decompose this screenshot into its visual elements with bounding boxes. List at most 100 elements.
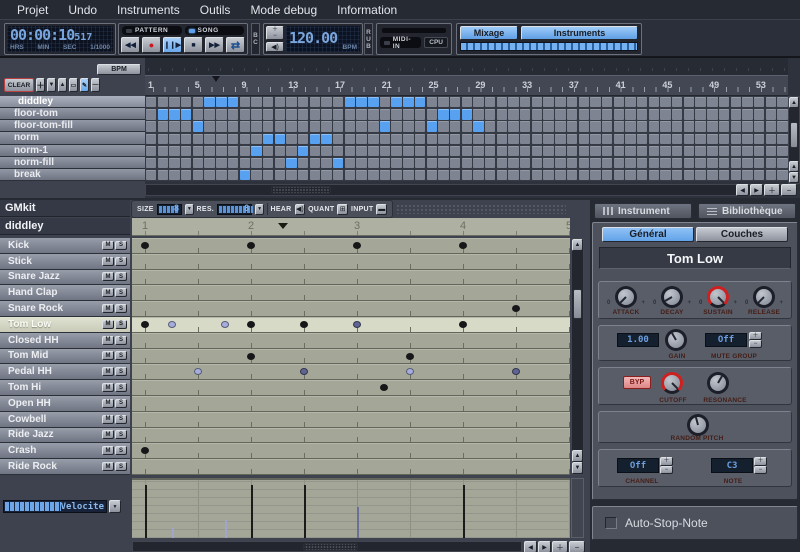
song-grid-cell[interactable]	[333, 134, 343, 144]
song-grid-cell[interactable]	[380, 134, 390, 144]
song-grid-cell[interactable]	[193, 146, 203, 156]
song-grid-cell[interactable]	[766, 97, 776, 107]
note-grid-row[interactable]	[132, 285, 570, 301]
song-grid-cell[interactable]	[614, 121, 624, 131]
song-grid-cell[interactable]	[450, 170, 460, 180]
song-grid-cell[interactable]	[427, 146, 437, 156]
song-grid-cell[interactable]	[637, 158, 647, 168]
song-grid-cell[interactable]	[216, 109, 226, 119]
song-grid-cell[interactable]	[403, 134, 413, 144]
song-grid-cell[interactable]	[391, 121, 401, 131]
channel-down-icon[interactable]: −	[660, 466, 673, 475]
song-pattern-grid[interactable]	[145, 96, 788, 181]
instrument-row-snare-rock[interactable]: Snare RockMS	[0, 301, 130, 317]
song-grid-cell[interactable]	[766, 134, 776, 144]
song-grid-cell[interactable]	[158, 146, 168, 156]
song-grid-cell[interactable]	[462, 134, 472, 144]
song-grid-cell[interactable]	[169, 121, 179, 131]
song-grid-cell[interactable]	[368, 97, 378, 107]
song-grid-cell[interactable]	[193, 134, 203, 144]
bpm-down-icon[interactable]: −	[273, 33, 277, 39]
song-grid-cell[interactable]	[204, 97, 214, 107]
song-grid-cell[interactable]	[158, 97, 168, 107]
song-grid-cell[interactable]	[427, 109, 437, 119]
song-grid-cell[interactable]	[777, 134, 787, 144]
pattern-list-item-norm-fill[interactable]: norm-fill	[0, 157, 145, 169]
note-dot[interactable]	[247, 242, 255, 249]
song-grid-cell[interactable]	[450, 146, 460, 156]
song-grid-cell[interactable]	[216, 158, 226, 168]
song-grid-cell[interactable]	[298, 170, 308, 180]
song-grid-cell[interactable]	[228, 121, 238, 131]
velocity-bar[interactable]	[251, 485, 253, 538]
song-grid-cell[interactable]	[532, 109, 542, 119]
song-grid-cell[interactable]	[520, 134, 530, 144]
tab-instrument[interactable]: Instrument	[594, 203, 692, 219]
song-grid-cell[interactable]	[146, 158, 156, 168]
solo-button[interactable]: S	[115, 241, 127, 250]
song-grid-cell[interactable]	[485, 146, 495, 156]
velocity-bar[interactable]	[463, 485, 465, 538]
song-grid-cell[interactable]	[333, 170, 343, 180]
song-grid-cell[interactable]	[158, 170, 168, 180]
song-grid-cell[interactable]	[181, 109, 191, 119]
song-grid-cell[interactable]	[310, 158, 320, 168]
song-grid-cell[interactable]	[719, 146, 729, 156]
clear-pattern-sequence-button[interactable]: CLEAR	[4, 78, 34, 92]
song-grid-cell[interactable]	[590, 158, 600, 168]
song-grid-cell[interactable]	[146, 109, 156, 119]
song-grid-cell[interactable]	[602, 158, 612, 168]
song-grid-cell[interactable]	[766, 170, 776, 180]
song-grid-cell[interactable]	[520, 170, 530, 180]
solo-button[interactable]: S	[115, 304, 127, 313]
song-grid-cell[interactable]	[695, 97, 705, 107]
song-grid-cell[interactable]	[485, 158, 495, 168]
song-grid-cell[interactable]	[438, 121, 448, 131]
song-grid-cell[interactable]	[403, 109, 413, 119]
song-grid-cell[interactable]	[286, 109, 296, 119]
song-mode-button[interactable]: SONG	[185, 26, 245, 35]
note-dot[interactable]	[141, 321, 149, 328]
solo-button[interactable]: S	[115, 257, 127, 266]
song-grid-cell[interactable]	[251, 146, 261, 156]
note-dot[interactable]	[512, 368, 520, 375]
song-grid-cell[interactable]	[462, 97, 472, 107]
loop-icon[interactable]: ⇄	[226, 37, 245, 53]
draw-mode-icon[interactable]: ✎	[80, 78, 89, 92]
instrument-row-ride-rock[interactable]: Ride RockMS	[0, 459, 130, 475]
song-grid-cell[interactable]	[497, 109, 507, 119]
song-grid-cell[interactable]	[485, 97, 495, 107]
song-grid-cell[interactable]	[380, 170, 390, 180]
song-grid-cell[interactable]	[427, 121, 437, 131]
song-grid-cell[interactable]	[684, 170, 694, 180]
song-grid-cell[interactable]	[438, 146, 448, 156]
song-grid-cell[interactable]	[532, 170, 542, 180]
song-grid-cell[interactable]	[707, 97, 717, 107]
song-grid-cell[interactable]	[146, 134, 156, 144]
select-mode-icon[interactable]: ▭	[69, 78, 78, 92]
song-scroll-up2-icon[interactable]: ▲	[789, 161, 799, 172]
solo-button[interactable]: S	[115, 320, 127, 329]
song-grid-cell[interactable]	[415, 121, 425, 131]
pattern-list-item-floor-tom[interactable]: floor-tom	[0, 108, 145, 120]
rubberband-toggle[interactable]: RUB	[364, 23, 373, 55]
note-up-icon[interactable]: ＋	[754, 457, 767, 466]
song-grid-cell[interactable]	[391, 146, 401, 156]
solo-button[interactable]: S	[115, 288, 127, 297]
song-grid-cell[interactable]	[462, 158, 472, 168]
forward-icon[interactable]: ▶▶	[205, 37, 224, 53]
song-grid-cell[interactable]	[321, 158, 331, 168]
song-grid-cell[interactable]	[532, 134, 542, 144]
song-grid-cell[interactable]	[660, 109, 670, 119]
song-grid-cell[interactable]	[649, 146, 659, 156]
mute-button[interactable]: M	[102, 430, 114, 439]
song-grid-cell[interactable]	[579, 170, 589, 180]
mute-button[interactable]: M	[102, 446, 114, 455]
song-grid-cell[interactable]	[228, 146, 238, 156]
song-grid-cell[interactable]	[158, 134, 168, 144]
song-grid-cell[interactable]	[579, 109, 589, 119]
song-grid-cell[interactable]	[614, 134, 624, 144]
instrument-row-stick[interactable]: StickMS	[0, 254, 130, 270]
song-grid-cell[interactable]	[579, 97, 589, 107]
note-grid-row[interactable]	[132, 412, 570, 428]
